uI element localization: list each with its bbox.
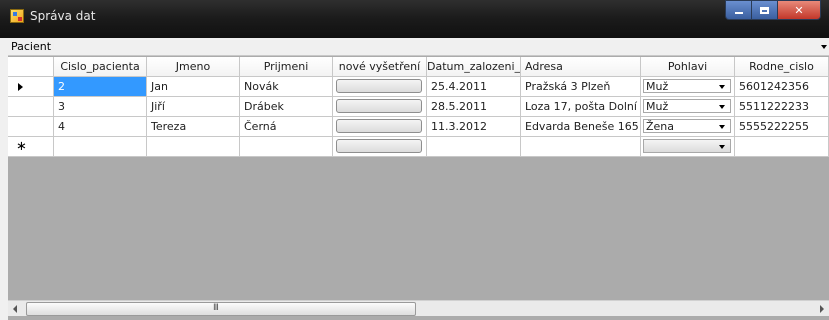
horizontal-scrollbar[interactable]: III [8, 300, 829, 316]
table-row[interactable]: 4 Tereza Černá 11.3.2012 Edvarda Beneše … [8, 117, 829, 137]
row-header[interactable] [8, 77, 54, 97]
scroll-left-icon[interactable] [8, 301, 24, 316]
maximize-button[interactable] [751, 0, 777, 20]
cell-rodne-cislo[interactable]: 5555222255 [735, 117, 829, 137]
column-header-nove-vysetreni[interactable]: nové vyšetření [333, 57, 427, 77]
grid-corner-header[interactable] [8, 57, 54, 77]
maximize-icon [760, 6, 769, 14]
cell-prijmeni[interactable] [240, 137, 333, 157]
cell-adresa[interactable] [521, 137, 641, 157]
cell-prijmeni[interactable]: Černá [240, 117, 333, 137]
minimize-icon [734, 11, 743, 14]
column-header-prijmeni[interactable]: Prijmeni [240, 57, 333, 77]
gender-value: Muž [646, 80, 669, 93]
new-row-icon: ∗ [16, 139, 27, 154]
cell-nove-vysetreni [333, 137, 427, 157]
cell-cislo-pacienta[interactable]: 4 [54, 117, 147, 137]
cell-nove-vysetreni [333, 97, 427, 117]
table-selector-combobox[interactable]: Pacient [8, 38, 829, 56]
patients-grid[interactable]: Cislo_pacienta Jmeno Prijmeni nové vyšet… [8, 57, 829, 300]
gender-value: Muž [646, 100, 669, 113]
cell-adresa[interactable]: Edvarda Beneše 165 [521, 117, 641, 137]
cell-pohlavi: Muž [641, 77, 735, 97]
new-examination-button[interactable] [336, 139, 422, 153]
main-window: Správa dat ✕ Pacient Cislo_pacienta Jmen… [0, 0, 829, 320]
gender-combobox[interactable]: Žena [643, 119, 731, 133]
cell-datum-zalozeni[interactable]: 28.5.2011 [427, 97, 521, 117]
cell-rodne-cislo[interactable] [735, 137, 829, 157]
new-examination-button[interactable] [336, 79, 422, 93]
cell-nove-vysetreni [333, 77, 427, 97]
current-row-icon [18, 83, 23, 91]
gender-combobox[interactable]: Muž [643, 99, 731, 113]
chevron-down-icon[interactable] [715, 100, 730, 112]
scroll-thumb[interactable]: III [26, 302, 416, 316]
window-title: Správa dat [30, 9, 96, 23]
close-button[interactable]: ✕ [777, 0, 821, 20]
cell-adresa[interactable]: Loza 17, pošta Dolní Bělá [521, 97, 641, 117]
column-header-jmeno[interactable]: Jmeno [147, 57, 240, 77]
minimize-button[interactable] [725, 0, 751, 20]
new-row[interactable]: ∗ [8, 137, 829, 157]
chevron-down-icon[interactable] [715, 140, 730, 152]
column-header-cislo-pacienta[interactable]: Cislo_pacienta [54, 57, 147, 77]
cell-datum-zalozeni[interactable]: 11.3.2012 [427, 117, 521, 137]
cell-jmeno[interactable] [147, 137, 240, 157]
cell-pohlavi: Muž [641, 97, 735, 117]
chevron-down-icon[interactable] [715, 120, 730, 132]
gender-combobox[interactable]: Muž [643, 79, 731, 93]
cell-rodne-cislo[interactable]: 5511222233 [735, 97, 829, 117]
app-icon [10, 9, 24, 23]
chevron-down-icon[interactable] [715, 80, 730, 92]
close-icon: ✕ [794, 3, 804, 17]
new-examination-button[interactable] [336, 99, 422, 113]
cell-datum-zalozeni[interactable] [427, 137, 521, 157]
cell-jmeno[interactable]: Tereza [147, 117, 240, 137]
cell-cislo-pacienta[interactable] [54, 137, 147, 157]
row-header[interactable] [8, 117, 54, 137]
scroll-grip: III [213, 303, 219, 313]
new-examination-button[interactable] [336, 119, 422, 133]
client-area: Pacient Cislo_pacienta Jmeno Prijmeni no… [8, 38, 829, 320]
cell-prijmeni[interactable]: Novák [240, 77, 333, 97]
row-header[interactable] [8, 97, 54, 117]
cell-nove-vysetreni [333, 117, 427, 137]
cell-cislo-pacienta[interactable]: 2 [54, 77, 147, 97]
cell-prijmeni[interactable]: Drábek [240, 97, 333, 117]
table-selector-value: Pacient [11, 40, 52, 53]
cell-cislo-pacienta[interactable]: 3 [54, 97, 147, 117]
cell-pohlavi: Žena [641, 117, 735, 137]
cell-adresa[interactable]: Pražská 3 Plzeň [521, 77, 641, 97]
column-header-adresa[interactable]: Adresa [521, 57, 641, 77]
row-header[interactable]: ∗ [8, 137, 54, 157]
cell-jmeno[interactable]: Jan [147, 77, 240, 97]
column-header-pohlavi[interactable]: Pohlavi [641, 57, 735, 77]
gender-value: Žena [646, 120, 675, 133]
chevron-down-icon[interactable] [821, 45, 827, 49]
scroll-right-icon[interactable] [813, 301, 829, 316]
column-header-rodne-cislo[interactable]: Rodne_cislo [735, 57, 829, 77]
cell-datum-zalozeni[interactable]: 25.4.2011 [427, 77, 521, 97]
cell-rodne-cislo[interactable]: 5601242356 [735, 77, 829, 97]
cell-jmeno[interactable]: Jiří [147, 97, 240, 117]
grid-header-row: Cislo_pacienta Jmeno Prijmeni nové vyšet… [8, 57, 829, 77]
cell-pohlavi [641, 137, 735, 157]
gender-combobox[interactable] [643, 139, 731, 153]
column-header-datum-zalozeni[interactable]: Datum_zalozeni_ka [427, 57, 521, 77]
title-bar[interactable]: Správa dat ✕ [0, 0, 829, 38]
table-row[interactable]: 2 Jan Novák 25.4.2011 Pražská 3 Plzeň Mu… [8, 77, 829, 97]
table-row[interactable]: 3 Jiří Drábek 28.5.2011 Loza 17, pošta D… [8, 97, 829, 117]
caption-buttons: ✕ [725, 0, 821, 22]
